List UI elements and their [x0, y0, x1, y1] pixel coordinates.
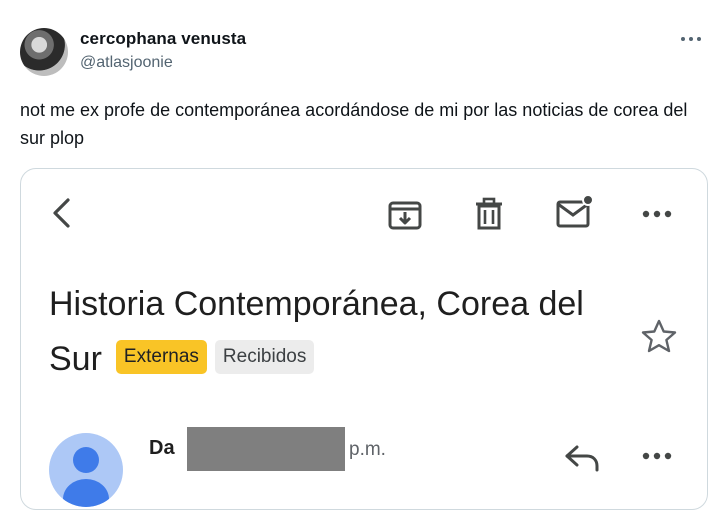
tweet-text: not me ex profe de contemporánea acordán…	[20, 100, 688, 148]
redaction-block	[187, 427, 345, 471]
user-handle[interactable]: @atlasjoonie	[80, 54, 173, 72]
attached-image-card[interactable]: Historia Contemporánea, Corea del Sur Ext…	[20, 168, 708, 510]
label-chip-externas[interactable]: Externas	[115, 340, 207, 375]
back-arrow-icon[interactable]	[45, 195, 81, 231]
more-options-icon[interactable]	[678, 26, 704, 52]
star-icon[interactable]	[639, 317, 679, 355]
label-chip-recibidos[interactable]: Recibidos	[214, 340, 315, 375]
person-icon	[73, 447, 99, 473]
mark-unread-icon[interactable]	[553, 191, 597, 231]
reply-icon[interactable]	[563, 441, 601, 475]
profile-avatar[interactable]	[20, 28, 68, 76]
display-name[interactable]: cercophana venusta	[80, 29, 246, 49]
email-subject: Historia Contemporánea, Corea del Sur Ext…	[49, 277, 609, 387]
email-time: p.m.	[349, 439, 386, 460]
message-more-icon[interactable]	[639, 441, 675, 471]
archive-icon[interactable]	[385, 194, 425, 234]
sender-name: Da	[149, 437, 175, 459]
more-vert-icon[interactable]	[639, 199, 675, 229]
sender-avatar[interactable]	[49, 433, 123, 507]
trash-icon[interactable]	[469, 194, 509, 234]
